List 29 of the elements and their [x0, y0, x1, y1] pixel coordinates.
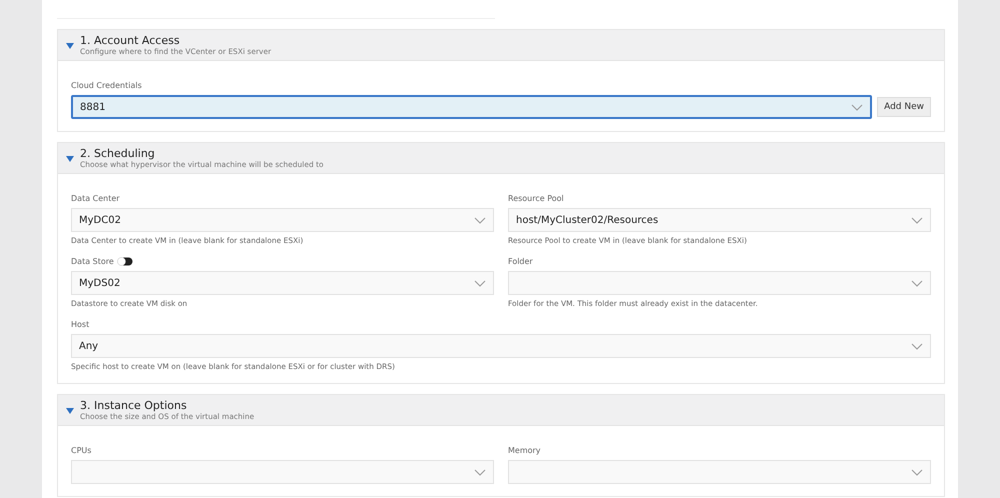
dropdown-field[interactable]: MyDC02 — [71, 208, 494, 232]
section-title: 2. Scheduling — [80, 147, 156, 160]
field-label: CPUs — [71, 446, 92, 454]
dropdown-field[interactable] — [508, 460, 931, 484]
section-title: 3. Instance Options — [80, 399, 188, 412]
add-new-button[interactable]: Add New — [877, 97, 931, 117]
field-label: Folder — [508, 256, 533, 266]
field-label: Data Center — [71, 194, 120, 202]
dropdown-field[interactable]: MyDS02 — [71, 271, 494, 295]
chevron-down-icon — [474, 216, 486, 224]
chevron-down-icon — [911, 280, 923, 286]
field-label: Cloud Credentials — [71, 80, 142, 90]
chevron-down-icon — [851, 104, 864, 110]
field-label: Host — [71, 320, 90, 328]
chevron-down-icon — [911, 216, 923, 224]
dropdown-field[interactable] — [71, 460, 494, 484]
chevron-down-icon — [911, 342, 923, 350]
dropdown-field[interactable] — [508, 271, 931, 295]
field-label: Data Store — [71, 256, 114, 266]
dropdown-field[interactable]: Any — [71, 334, 931, 358]
section-title: 1. Account Access — [80, 34, 181, 47]
toggle-switch[interactable] — [116, 256, 133, 266]
chevron-down-icon — [474, 468, 486, 476]
chevron-down-icon — [911, 468, 923, 476]
field-label: Memory — [508, 446, 541, 454]
chevron-down-icon — [474, 280, 486, 286]
field-label: Resource Pool — [508, 194, 564, 202]
dropdown-field[interactable]: 8881 — [71, 95, 872, 119]
dropdown-field[interactable]: host/MyCluster02/Resources — [508, 208, 931, 232]
